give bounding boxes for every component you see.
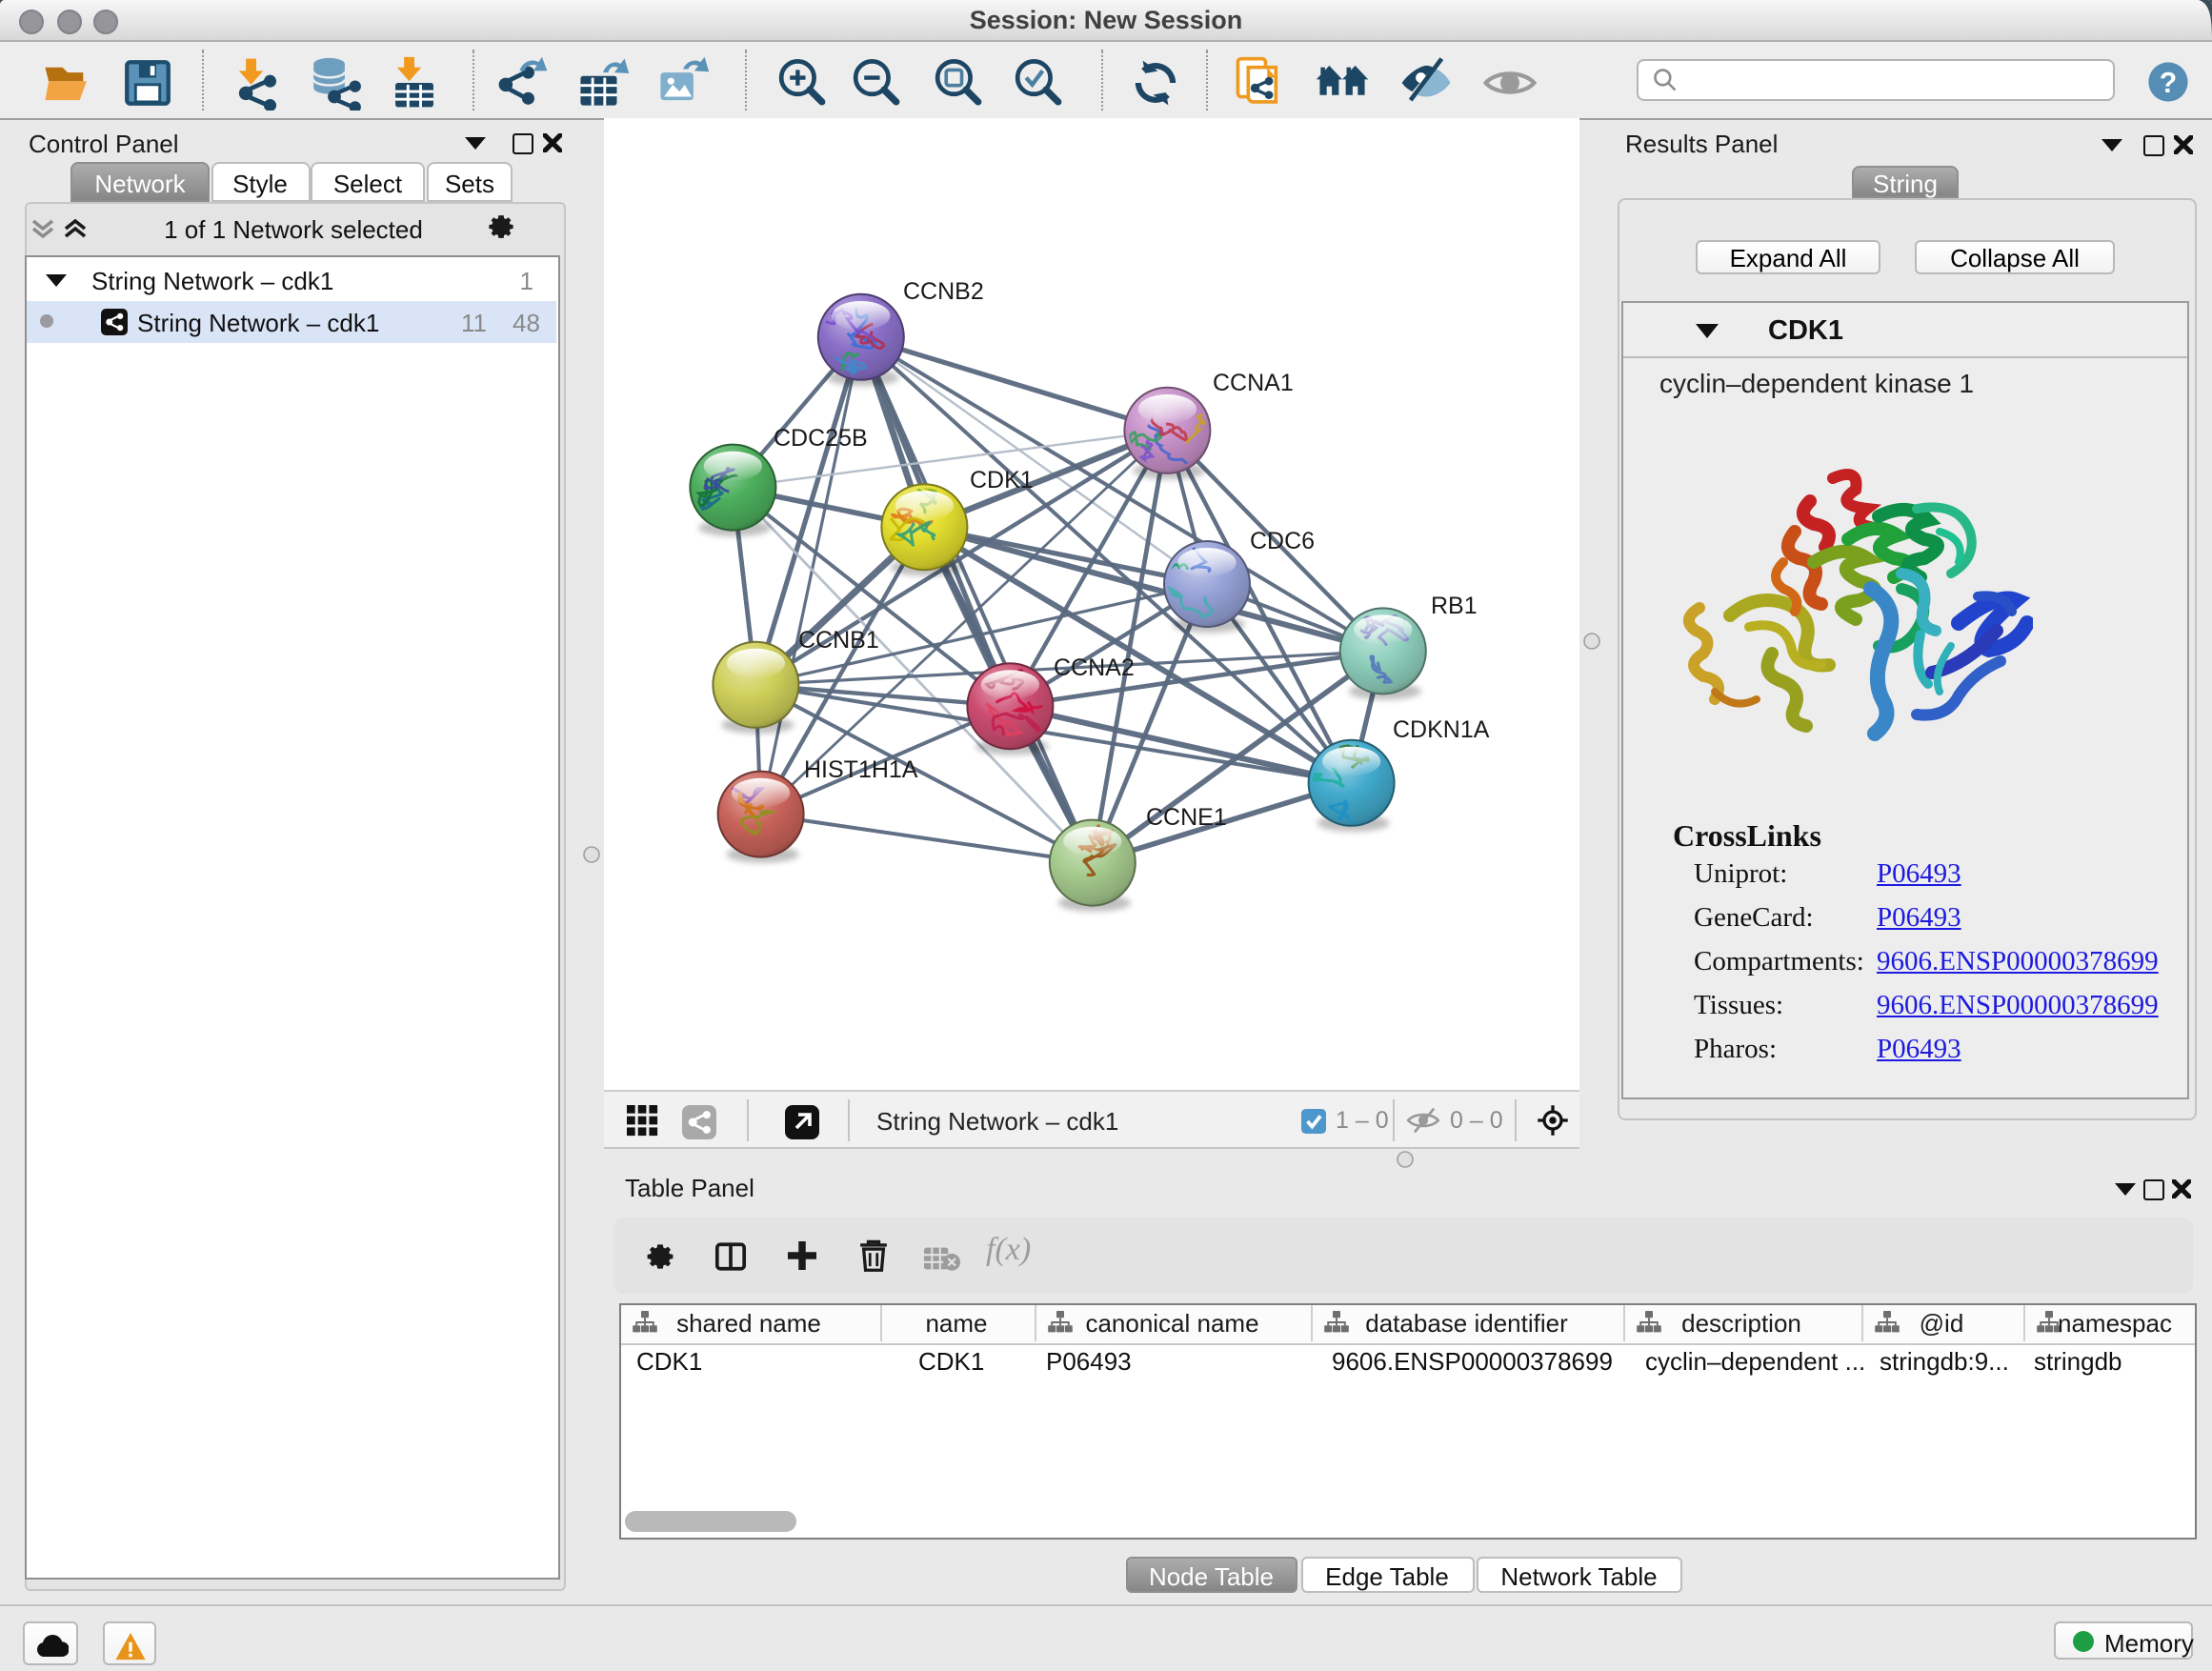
svg-text:RB1: RB1 bbox=[1431, 593, 1478, 619]
svg-text:CDC25B: CDC25B bbox=[774, 425, 868, 452]
svg-text:HIST1H1A: HIST1H1A bbox=[804, 756, 918, 783]
svg-text:CDKN1A: CDKN1A bbox=[1393, 716, 1490, 743]
svg-text:CCNA1: CCNA1 bbox=[1213, 370, 1294, 396]
svg-text:CCNB1: CCNB1 bbox=[798, 627, 879, 654]
svg-text:CDC6: CDC6 bbox=[1250, 528, 1315, 554]
svg-text:CCNA2: CCNA2 bbox=[1054, 654, 1135, 681]
svg-text:?: ? bbox=[2160, 67, 2177, 98]
svg-text:CCNB2: CCNB2 bbox=[903, 278, 984, 305]
svg-text:CDK1: CDK1 bbox=[970, 467, 1034, 493]
svg-text:CCNE1: CCNE1 bbox=[1146, 804, 1227, 831]
